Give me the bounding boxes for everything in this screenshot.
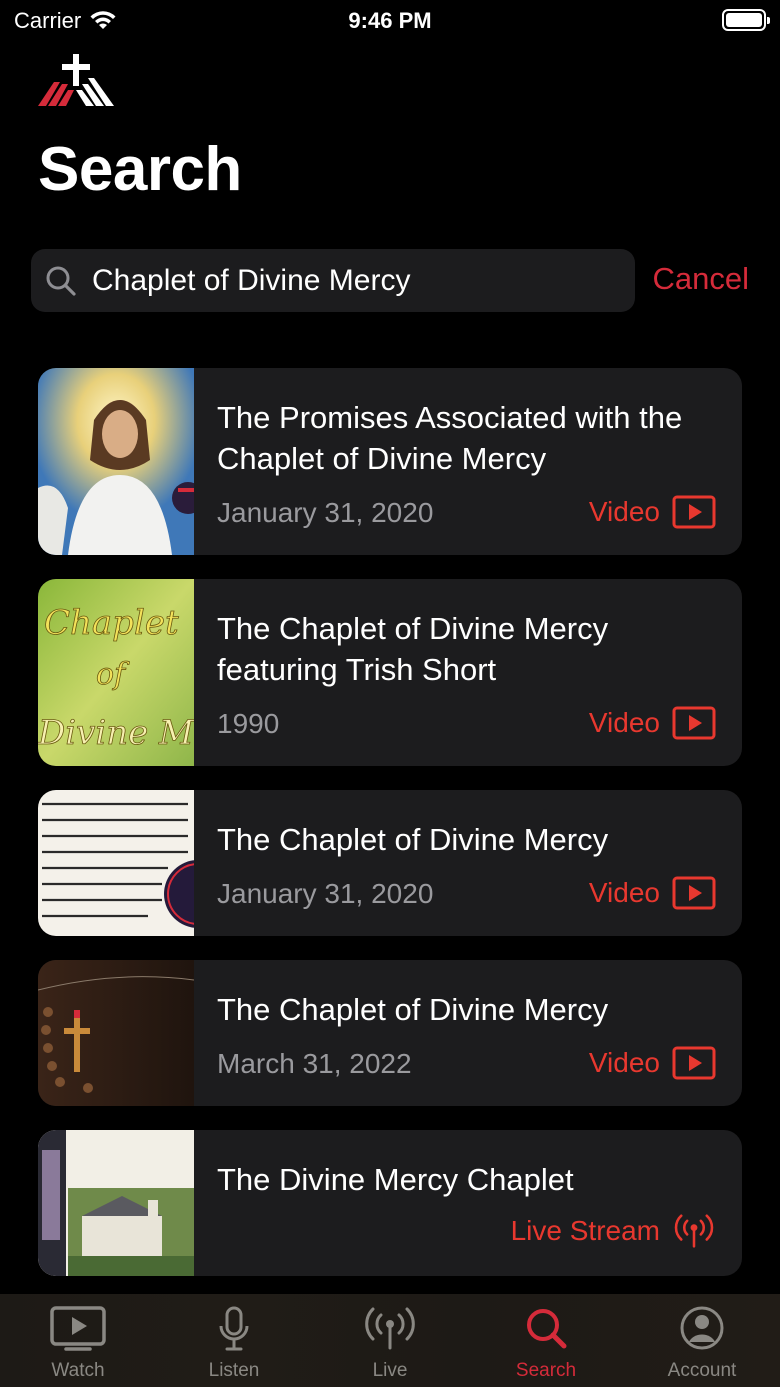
play-box-icon	[672, 495, 716, 529]
battery-icon	[722, 9, 770, 31]
result-type: Video	[589, 1046, 716, 1080]
search-input[interactable]: Chaplet of Divine Mercy	[31, 249, 635, 312]
result-type-label: Video	[588, 1047, 660, 1078]
result-card[interactable]: The Chaplet of Divine Mercy January 31, …	[38, 790, 742, 936]
search-icon	[527, 1309, 567, 1349]
result-date: January 31, 2020	[217, 878, 434, 909]
tab-watch[interactable]: Watch	[0, 1294, 156, 1387]
status-bar: Carrier 9:46 PM	[0, 0, 780, 40]
result-type: Video	[589, 706, 716, 740]
result-type: Video	[589, 495, 716, 529]
result-thumbnail[interactable]: Chaplet of Divine M	[38, 579, 194, 766]
broadcast-icon	[674, 1214, 714, 1248]
search-query[interactable]: Chaplet of Divine Mercy	[92, 249, 410, 312]
cancel-button[interactable]: Cancel	[653, 261, 750, 297]
result-date: 1990	[217, 708, 280, 739]
tab-label: Listen	[208, 1360, 260, 1381]
result-card[interactable]: The Divine Mercy Chaplet Live Stream	[38, 1130, 742, 1276]
result-type: Video	[589, 876, 716, 910]
person-circle-icon	[680, 1306, 724, 1350]
play-box-icon	[672, 706, 716, 740]
svg-text:of: of	[96, 657, 130, 692]
result-title: The Chaplet of Divine Mercy	[217, 822, 609, 857]
tv-play-icon	[50, 1306, 106, 1351]
result-thumbnail[interactable]	[38, 790, 194, 936]
result-type-label: Video	[588, 707, 660, 738]
tab-label: Search	[515, 1360, 577, 1381]
result-card[interactable]: The Promises Associated with the Chaplet…	[38, 368, 742, 555]
tab-bar: Watch Listen Live Search Account	[0, 1294, 780, 1387]
result-date: March 31, 2022	[217, 1048, 412, 1079]
result-thumbnail[interactable]	[38, 1130, 194, 1276]
result-title: The Divine Mercy Chaplet	[217, 1162, 574, 1197]
broadcast-icon	[365, 1307, 415, 1350]
result-type: Live Stream	[511, 1214, 716, 1248]
result-thumbnail[interactable]	[38, 960, 194, 1106]
tab-label: Account	[667, 1360, 737, 1381]
play-box-icon	[672, 1046, 716, 1080]
tab-label: Watch	[51, 1360, 105, 1381]
page-title: Search	[38, 135, 242, 204]
microphone-icon	[219, 1306, 249, 1351]
result-title: The Chaplet of Divine Mercy featuring Tr…	[217, 611, 609, 687]
search-icon	[46, 266, 76, 296]
svg-text:Chaplet: Chaplet	[44, 603, 179, 643]
result-type-label: Live Stream	[510, 1215, 660, 1246]
result-title: The Chaplet of Divine Mercy	[217, 992, 609, 1027]
result-thumbnail[interactable]	[38, 368, 194, 555]
result-title: The Promises Associated with the Chaplet…	[217, 400, 683, 476]
result-type-label: Video	[588, 877, 660, 908]
result-type-label: Video	[588, 496, 660, 527]
tab-live[interactable]: Live	[312, 1294, 468, 1387]
tab-listen[interactable]: Listen	[156, 1294, 312, 1387]
status-time: 9:46 PM	[348, 8, 432, 33]
play-box-icon	[672, 876, 716, 910]
app-logo	[38, 54, 114, 106]
tab-search[interactable]: Search	[468, 1294, 624, 1387]
svg-text:Divine M: Divine M	[38, 713, 194, 753]
result-card[interactable]: The Chaplet of Divine Mercy March 31, 20…	[38, 960, 742, 1106]
result-card[interactable]: Chaplet of Divine M The Chaplet of Divin…	[38, 579, 742, 766]
result-date: January 31, 2020	[217, 497, 434, 528]
tab-label: Live	[372, 1360, 408, 1381]
tab-account[interactable]: Account	[624, 1294, 780, 1387]
